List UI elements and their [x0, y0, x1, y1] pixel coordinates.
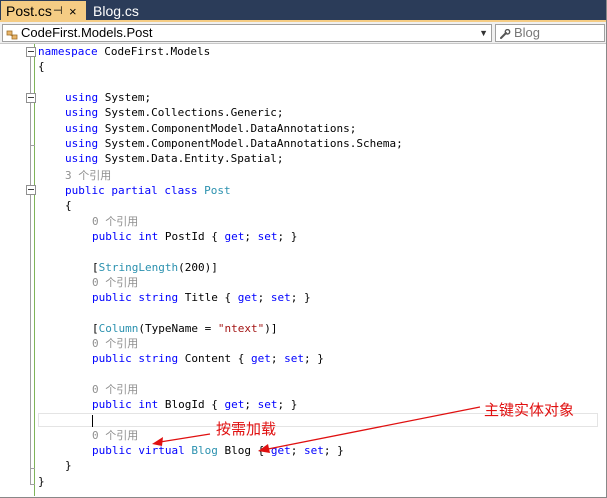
- change-tracking-bar: [34, 44, 35, 496]
- wrench-icon: [499, 28, 511, 41]
- collapse-namespace-icon[interactable]: [26, 47, 36, 57]
- code-line: public string Content { get; set; }: [92, 352, 324, 365]
- codelens-references[interactable]: 0 个引用: [92, 428, 138, 443]
- outline-guide-end: [30, 484, 35, 485]
- code-line: [Column(TypeName = "ntext")]: [92, 322, 278, 335]
- code-line: using System.Data.Entity.Spatial;: [65, 152, 284, 165]
- outline-guide: [30, 103, 31, 145]
- code-line: public partial class Post: [65, 184, 231, 197]
- text-caret: [92, 415, 93, 427]
- code-line: {: [38, 60, 45, 73]
- outline-guide-end: [30, 145, 35, 146]
- pin-icon[interactable]: ⊣: [53, 1, 63, 22]
- code-line: using System.ComponentModel.DataAnnotati…: [65, 137, 403, 150]
- code-editor[interactable]: namespace CodeFirst.Models { using Syste…: [0, 44, 607, 498]
- tab-blog-cs[interactable]: Blog.cs: [88, 1, 148, 22]
- document-tab-bar: Post.cs ⊣ × Blog.cs: [0, 0, 607, 22]
- code-line: using System.ComponentModel.DataAnnotati…: [65, 122, 357, 135]
- collapse-class-icon[interactable]: [26, 185, 36, 195]
- member-dropdown[interactable]: Blog: [495, 24, 605, 42]
- tab-post-cs[interactable]: Post.cs ⊣ ×: [1, 1, 86, 22]
- close-icon[interactable]: ×: [69, 1, 77, 22]
- collapse-usings-icon[interactable]: [26, 93, 36, 103]
- chevron-down-icon[interactable]: ▼: [479, 25, 488, 41]
- codelens-references[interactable]: 0 个引用: [92, 214, 138, 229]
- type-dropdown[interactable]: CodeFirst.Models.Post ▼: [2, 24, 492, 42]
- code-line: }: [65, 459, 72, 472]
- member-dropdown-value: Blog: [514, 25, 541, 40]
- code-line: {: [65, 199, 72, 212]
- code-line: public int PostId { get; set; }: [92, 230, 298, 243]
- codelens-references[interactable]: 0 个引用: [92, 275, 138, 290]
- codelens-references[interactable]: 3 个引用: [65, 168, 111, 183]
- codelens-references[interactable]: 0 个引用: [92, 382, 138, 397]
- code-line: using System;: [65, 91, 152, 104]
- code-line: using System.Collections.Generic;: [65, 106, 284, 119]
- tab-label: Post.cs: [6, 3, 52, 19]
- type-dropdown-value: CodeFirst.Models.Post: [21, 25, 153, 40]
- code-line: public string Title { get; set; }: [92, 291, 311, 304]
- codelens-references[interactable]: 0 个引用: [92, 336, 138, 351]
- code-line: namespace CodeFirst.Models: [38, 45, 211, 58]
- outline-guide: [30, 195, 31, 468]
- class-icon: [6, 28, 18, 41]
- code-line: public virtual Blog Blog { get; set; }: [92, 444, 344, 457]
- annotation-lazy-loading: 按需加载: [216, 420, 277, 438]
- code-line: public int BlogId { get; set; }: [92, 398, 298, 411]
- code-line: [StringLength(200)]: [92, 261, 218, 274]
- navigation-bar: CodeFirst.Models.Post ▼ Blog: [0, 22, 607, 44]
- tab-label: Blog.cs: [93, 3, 139, 19]
- code-line: }: [38, 475, 45, 488]
- annotation-primary-key-entity: 主键实体对象: [484, 401, 575, 419]
- outline-guide-end: [30, 468, 35, 469]
